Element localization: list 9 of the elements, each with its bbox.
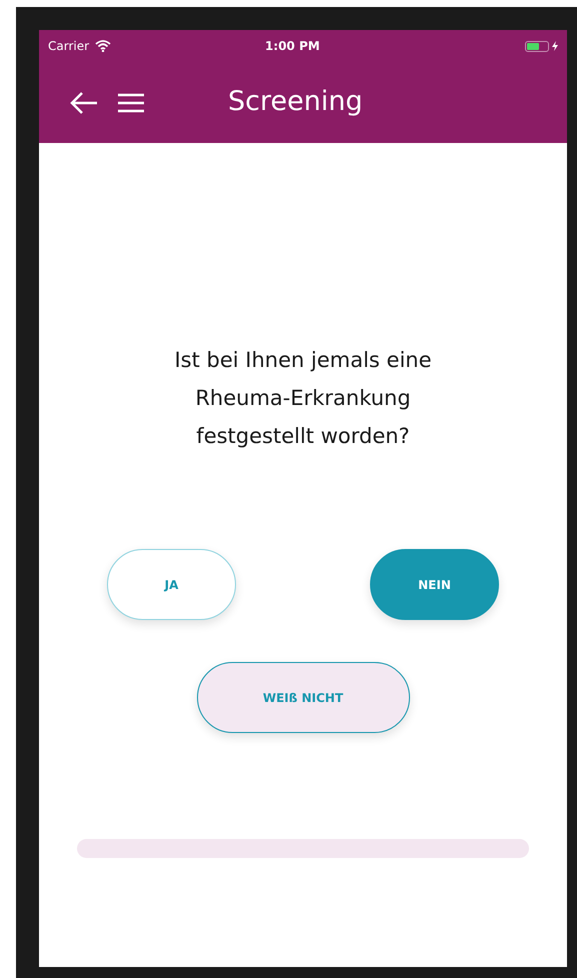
wifi-icon — [95, 40, 112, 52]
carrier-name: Carrier — [48, 38, 90, 55]
answer-button[interactable]: JA — [107, 549, 236, 620]
answer-button[interactable]: WEIß NICHT — [196, 662, 410, 733]
question-text: Ist bei Ihnen jemals eine Rheuma-Erkrankung festgestellt worden? — [173, 347, 433, 450]
status-time: 1:00 PM — [265, 38, 320, 55]
answer-button[interactable]: NEIN — [370, 549, 499, 620]
screen-title: Screening — [228, 85, 363, 120]
battery-icon — [525, 40, 549, 52]
